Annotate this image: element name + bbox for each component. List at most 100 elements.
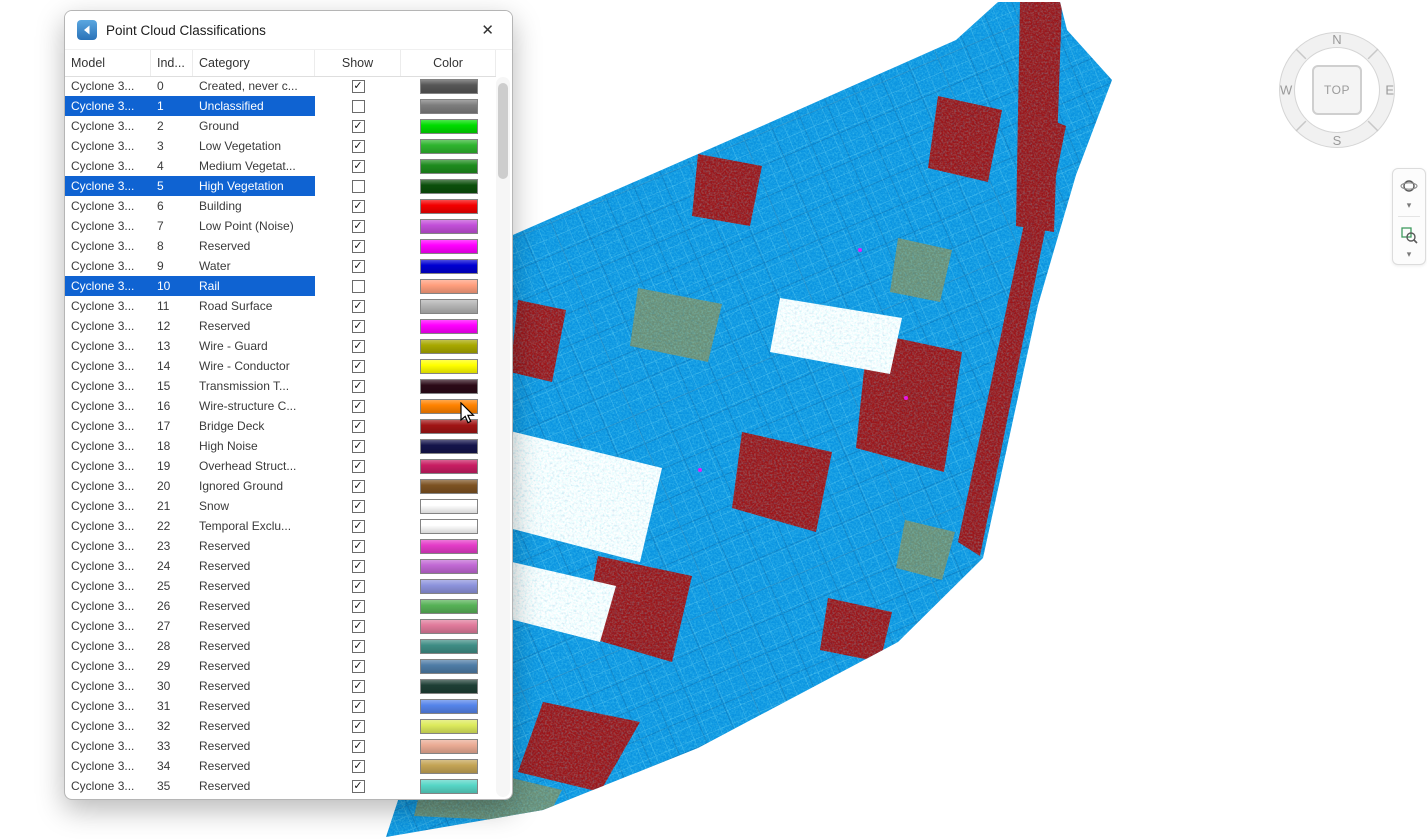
row-index[interactable]: 5 [151,176,193,196]
color-cell[interactable] [401,116,496,136]
show-cell[interactable]: ✓ [315,316,401,336]
color-cell[interactable] [401,236,496,256]
row-index[interactable]: 26 [151,596,193,616]
row-category[interactable]: Wire - Guard [193,336,315,356]
color-cell[interactable] [401,176,496,196]
row-model[interactable]: Cyclone 3... [65,276,151,296]
row-category[interactable]: Building [193,196,315,216]
table-row[interactable]: Cyclone 3...15Transmission T...✓ [65,376,496,396]
row-index[interactable]: 19 [151,456,193,476]
color-cell[interactable] [401,536,496,556]
show-checkbox[interactable]: ✓ [352,160,365,173]
show-checkbox[interactable]: ✓ [352,300,365,313]
column-header-category[interactable]: Category [193,50,315,76]
show-cell[interactable]: ✓ [315,416,401,436]
row-index[interactable]: 9 [151,256,193,276]
row-category[interactable]: Unclassified [193,96,315,116]
row-model[interactable]: Cyclone 3... [65,676,151,696]
color-swatch[interactable] [420,539,478,554]
show-cell[interactable]: ✓ [315,216,401,236]
color-cell[interactable] [401,716,496,736]
show-checkbox[interactable] [352,180,365,193]
row-model[interactable]: Cyclone 3... [65,256,151,276]
color-swatch[interactable] [420,779,478,794]
color-swatch[interactable] [420,219,478,234]
row-category[interactable]: Reserved [193,736,315,756]
row-model[interactable]: Cyclone 3... [65,296,151,316]
orbit-tool-button[interactable] [1397,174,1421,198]
row-model[interactable]: Cyclone 3... [65,176,151,196]
row-category[interactable]: Road Surface [193,296,315,316]
row-index[interactable]: 8 [151,236,193,256]
show-cell[interactable] [315,176,401,196]
show-checkbox[interactable]: ✓ [352,780,365,793]
show-cell[interactable]: ✓ [315,236,401,256]
color-swatch[interactable] [420,599,478,614]
row-index[interactable]: 20 [151,476,193,496]
orbit-dropdown-chevron-icon[interactable]: ▾ [1407,200,1412,210]
row-index[interactable]: 18 [151,436,193,456]
show-cell[interactable]: ✓ [315,516,401,536]
row-category[interactable]: Reserved [193,316,315,336]
color-cell[interactable] [401,656,496,676]
row-model[interactable]: Cyclone 3... [65,436,151,456]
row-index[interactable]: 28 [151,636,193,656]
show-checkbox[interactable]: ✓ [352,240,365,253]
color-cell[interactable] [401,696,496,716]
table-row[interactable]: Cyclone 3...5High Vegetation [65,176,496,196]
dialog-scrollbar[interactable] [496,77,510,797]
show-checkbox[interactable]: ✓ [352,560,365,573]
row-model[interactable]: Cyclone 3... [65,656,151,676]
row-index[interactable]: 34 [151,756,193,776]
row-model[interactable]: Cyclone 3... [65,116,151,136]
row-model[interactable]: Cyclone 3... [65,776,151,796]
top-view-button[interactable]: TOP [1312,65,1362,115]
row-index[interactable]: 13 [151,336,193,356]
color-swatch[interactable] [420,319,478,334]
row-category[interactable]: Temporal Exclu... [193,516,315,536]
row-index[interactable]: 6 [151,196,193,216]
row-index[interactable]: 7 [151,216,193,236]
table-row[interactable]: Cyclone 3...26Reserved✓ [65,596,496,616]
color-swatch[interactable] [420,699,478,714]
row-model[interactable]: Cyclone 3... [65,516,151,536]
row-category[interactable]: Transmission T... [193,376,315,396]
table-row[interactable]: Cyclone 3...2Ground✓ [65,116,496,136]
row-category[interactable]: Wire-structure C... [193,396,315,416]
row-index[interactable]: 30 [151,676,193,696]
color-swatch[interactable] [420,179,478,194]
show-checkbox[interactable]: ✓ [352,420,365,433]
row-index[interactable]: 4 [151,156,193,176]
color-swatch[interactable] [420,559,478,574]
color-swatch[interactable] [420,139,478,154]
color-swatch[interactable] [420,439,478,454]
color-cell[interactable] [401,576,496,596]
table-row[interactable]: Cyclone 3...34Reserved✓ [65,756,496,776]
table-row[interactable]: Cyclone 3...12Reserved✓ [65,316,496,336]
row-index[interactable]: 35 [151,776,193,796]
color-cell[interactable] [401,496,496,516]
row-model[interactable]: Cyclone 3... [65,536,151,556]
show-checkbox[interactable]: ✓ [352,460,365,473]
color-cell[interactable] [401,456,496,476]
row-index[interactable]: 22 [151,516,193,536]
color-swatch[interactable] [420,99,478,114]
color-swatch[interactable] [420,519,478,534]
compass-west-label[interactable]: W [1280,83,1292,98]
row-model[interactable]: Cyclone 3... [65,216,151,236]
row-index[interactable]: 1 [151,96,193,116]
color-swatch[interactable] [420,259,478,274]
scrollbar-thumb[interactable] [498,83,508,179]
color-cell[interactable] [401,616,496,636]
row-category[interactable]: Reserved [193,576,315,596]
row-index[interactable]: 0 [151,76,193,96]
show-checkbox[interactable]: ✓ [352,400,365,413]
table-row[interactable]: Cyclone 3...21Snow✓ [65,496,496,516]
compass-north-label[interactable]: N [1332,32,1341,47]
compass-south-label[interactable]: S [1333,133,1342,148]
table-row[interactable]: Cyclone 3...25Reserved✓ [65,576,496,596]
row-category[interactable]: High Vegetation [193,176,315,196]
row-index[interactable]: 21 [151,496,193,516]
table-row[interactable]: Cyclone 3...1Unclassified [65,96,496,116]
show-cell[interactable]: ✓ [315,76,401,96]
